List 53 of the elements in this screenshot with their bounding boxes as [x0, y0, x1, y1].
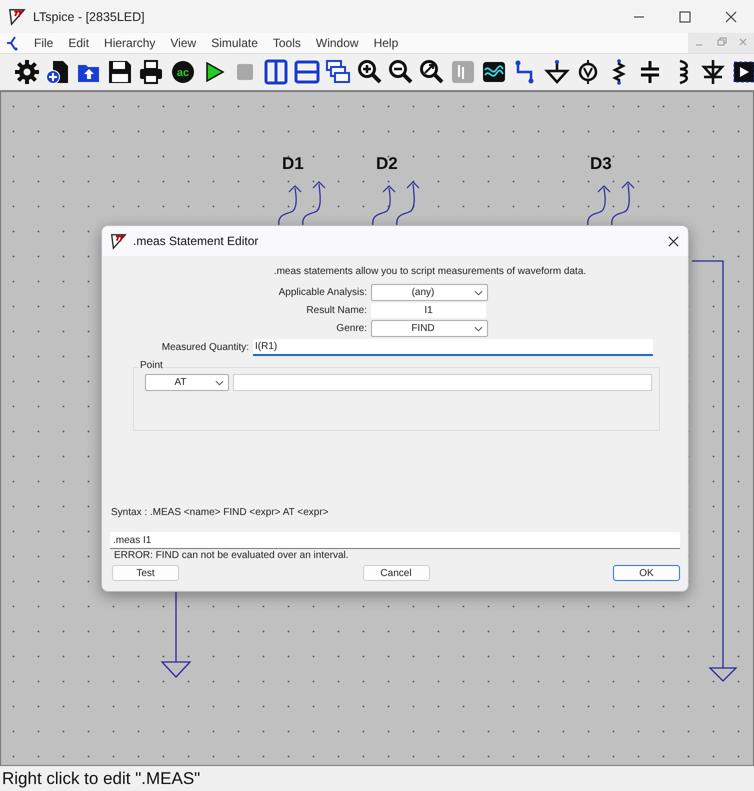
dropdown[interactable]: (any) [371, 284, 488, 301]
menu-item[interactable]: View [162, 36, 204, 50]
status-text: Right click to edit ".MEAS" [2, 768, 200, 788]
app-logo-icon [110, 232, 127, 250]
component-label: D1 [282, 154, 304, 174]
menu-item[interactable]: Hierarchy [96, 36, 162, 50]
waveform-icon[interactable] [481, 59, 508, 85]
new-document-icon[interactable] [44, 59, 71, 85]
input-field[interactable]: I1 [371, 303, 486, 318]
component-label: D2 [376, 154, 398, 174]
caret-icon [474, 326, 483, 332]
input-field[interactable] [233, 374, 652, 391]
app-logo-icon [8, 8, 26, 26]
error-message: ERROR: FIND can not be evaluated over an interval. [114, 550, 350, 561]
field-label: Genre: [335, 323, 368, 334]
field-label: Result Name: [305, 305, 368, 316]
component-label: D3 [590, 154, 612, 174]
zoom-fit-icon[interactable] [419, 59, 446, 85]
tile-vertical-icon[interactable] [263, 59, 290, 85]
menu-item[interactable]: File [26, 36, 60, 50]
field-label: Applicable Analysis: [278, 287, 368, 298]
zoom-out-icon[interactable] [388, 59, 414, 85]
menu-item[interactable]: Tools [264, 36, 308, 50]
print-icon[interactable] [138, 59, 164, 85]
diode-icon[interactable] [700, 59, 726, 85]
command-field[interactable]: .meas I1 [110, 532, 680, 549]
window-title: LTspice - [2835LED] [33, 10, 145, 24]
dialog-button[interactable]: Cancel [362, 565, 430, 581]
settings-icon[interactable] [14, 59, 40, 85]
ac-analysis-icon[interactable]: ac [170, 59, 196, 85]
syntax-text: Syntax : .MEAS <name> FIND <expr> AT <expr> [111, 507, 330, 518]
caret-icon [474, 290, 483, 296]
input-field[interactable]: I(R1) [253, 338, 653, 356]
tile-horizontal-icon[interactable] [294, 59, 320, 85]
dropdown[interactable]: FIND [371, 320, 488, 337]
dialog-button[interactable]: Test [112, 565, 179, 581]
ground-icon[interactable] [544, 59, 570, 85]
caret-icon [215, 380, 224, 386]
close-button[interactable] [667, 234, 680, 248]
cascade-windows-icon[interactable] [325, 59, 352, 85]
zoom-in-icon[interactable] [356, 59, 383, 85]
menu-item[interactable]: Help [366, 36, 406, 50]
component-icon[interactable] [730, 59, 754, 85]
menu-item[interactable]: Edit [60, 36, 96, 50]
group-title: Point [139, 360, 164, 371]
intro-text: .meas statements allow you to script measurements of waveform data. [274, 266, 586, 277]
save-icon[interactable] [107, 59, 134, 85]
menu-item[interactable]: Simulate [203, 36, 265, 50]
dropdown[interactable]: AT [145, 374, 229, 391]
menu-item[interactable]: Window [308, 36, 366, 50]
field-label: Measured Quantity: [160, 342, 250, 352]
dialog-title: .meas Statement Editor [133, 234, 258, 248]
dialog-button[interactable]: OK [613, 565, 680, 581]
